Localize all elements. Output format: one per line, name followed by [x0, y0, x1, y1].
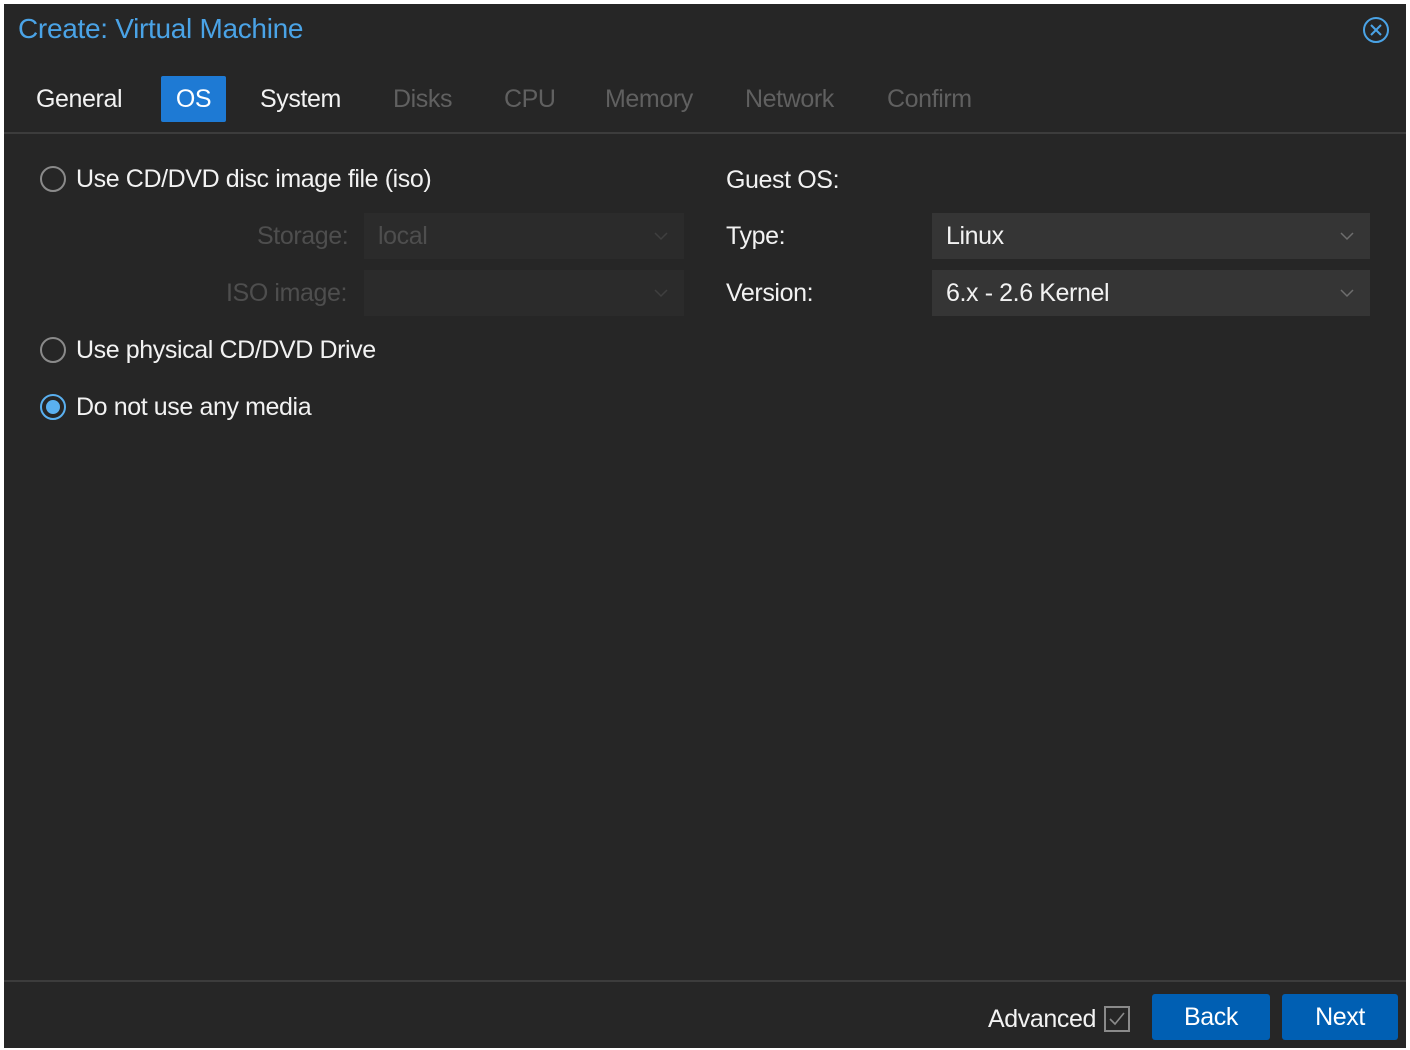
- radio-none-option[interactable]: Do not use any media: [40, 390, 312, 424]
- dialog-titlebar: Create: Virtual Machine: [4, 4, 1406, 54]
- storage-value: local: [378, 222, 428, 250]
- tab-memory: Memory: [605, 85, 693, 113]
- type-select[interactable]: Linux: [932, 213, 1370, 259]
- version-label: Version:: [726, 279, 814, 307]
- chevron-down-icon[interactable]: [1338, 227, 1356, 245]
- type-label: Type:: [726, 222, 786, 250]
- tab-network: Network: [745, 85, 834, 113]
- storage-label: Storage:: [257, 222, 349, 250]
- radio-iso-label: Use CD/DVD disc image file (iso): [76, 164, 432, 193]
- advanced-checkbox[interactable]: [1104, 1006, 1130, 1032]
- guest-os-heading: Guest OS:: [726, 166, 840, 194]
- radio-none-label: Do not use any media: [76, 392, 312, 421]
- footer-divider: [4, 980, 1406, 982]
- dialog-title: Create: Virtual Machine: [18, 13, 304, 44]
- check-icon: [1109, 1012, 1125, 1026]
- radio-physical[interactable]: [40, 337, 66, 363]
- tab-cpu: CPU: [504, 85, 556, 113]
- wizard-tabs: General OS System Disks CPU Memory Netwo…: [4, 76, 1406, 126]
- radio-physical-option[interactable]: Use physical CD/DVD Drive: [40, 333, 376, 367]
- chevron-down-icon: [654, 232, 668, 241]
- chevron-down-icon[interactable]: [1338, 284, 1356, 302]
- radio-iso-option[interactable]: Use CD/DVD disc image file (iso): [40, 162, 432, 196]
- chevron-down-icon: [654, 289, 668, 298]
- iso-image-label: ISO image:: [226, 279, 348, 307]
- create-vm-dialog: Create: Virtual Machine General OS Syste…: [4, 4, 1406, 1048]
- tab-divider: [4, 132, 1406, 134]
- tab-confirm: Confirm: [887, 85, 972, 113]
- back-button[interactable]: Back: [1152, 994, 1270, 1040]
- tab-system[interactable]: System: [246, 76, 355, 122]
- next-button[interactable]: Next: [1282, 994, 1398, 1040]
- storage-select: local: [364, 213, 684, 259]
- close-icon[interactable]: [1362, 16, 1390, 44]
- iso-image-select: [364, 270, 684, 316]
- version-value: 6.x - 2.6 Kernel: [946, 279, 1110, 307]
- advanced-toggle[interactable]: Advanced: [988, 1002, 1130, 1036]
- tab-general[interactable]: General: [22, 76, 136, 122]
- radio-physical-label: Use physical CD/DVD Drive: [76, 335, 376, 364]
- tab-disks: Disks: [393, 85, 453, 113]
- advanced-label: Advanced: [988, 1004, 1096, 1033]
- type-value: Linux: [946, 222, 1004, 250]
- radio-iso[interactable]: [40, 166, 66, 192]
- tab-os[interactable]: OS: [161, 76, 226, 122]
- version-select[interactable]: 6.x - 2.6 Kernel: [932, 270, 1370, 316]
- radio-none[interactable]: [40, 394, 66, 420]
